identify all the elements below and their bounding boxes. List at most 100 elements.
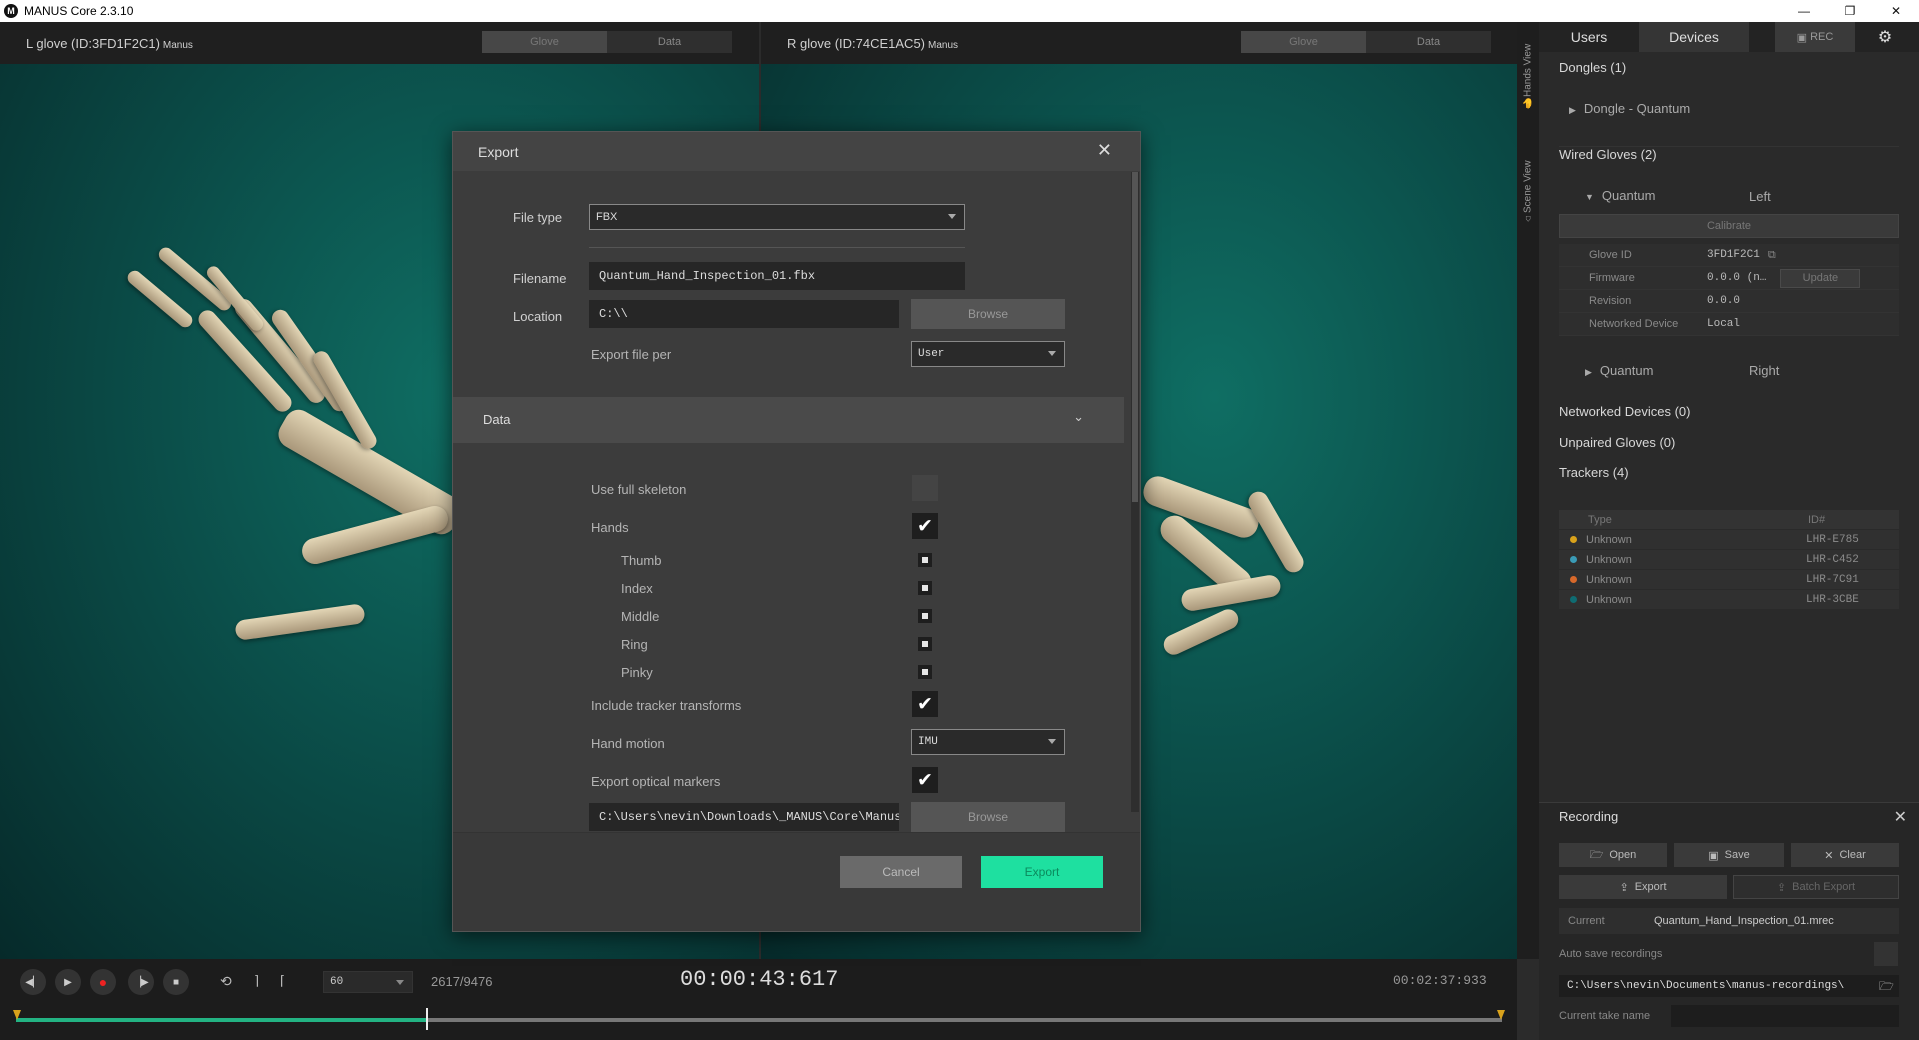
playback-transport: ◀▏ ▶ ● ▕▶ ■ ⟲ ⌉ ⌈ 60 2617/9476 00:00:43:… (0, 959, 1517, 1040)
export-icon: ⇪ (1619, 881, 1629, 894)
browse-markers-button[interactable]: Browse (911, 802, 1065, 832)
in-marker-icon[interactable] (13, 1010, 21, 1020)
location-input[interactable]: C:\\ (589, 300, 899, 328)
playhead[interactable] (426, 1008, 429, 1030)
brand-label: Manus (928, 39, 959, 51)
markers-path-input[interactable]: C:\Users\nevin\Downloads\_MANUS\Core\Man… (589, 803, 899, 831)
finger-middle-checkbox[interactable] (918, 609, 932, 623)
finger-index-checkbox[interactable] (918, 581, 932, 595)
tab-glove[interactable]: Glove (1241, 31, 1366, 53)
folder-icon: 🗁 (1589, 848, 1604, 861)
folder-browse-icon[interactable]: 🗁 (1879, 977, 1894, 998)
out-marker-icon[interactable] (1497, 1010, 1505, 1020)
finger-pinky-checkbox[interactable] (918, 665, 932, 679)
record-icon[interactable]: ● (90, 969, 116, 995)
file-type-select[interactable]: FBX (589, 204, 965, 230)
finger-ring-checkbox[interactable] (918, 637, 932, 651)
tab-hands-view[interactable]: ✋ Hands View (1519, 32, 1537, 122)
export-confirm-button[interactable]: Export (981, 856, 1103, 888)
stop-icon[interactable]: ■ (163, 969, 189, 995)
take-name-label: Current take name (1559, 1010, 1651, 1022)
left-viewport-header: L glove (ID:3FD1F2C1) Manus Glove Data (0, 22, 759, 64)
loop-icon[interactable]: ⟲ (220, 973, 232, 990)
batch-export-icon: ⇪ (1776, 881, 1787, 894)
minimize-button[interactable]: — (1781, 0, 1827, 22)
recordings-path-field[interactable]: C:\Users\nevin\Documents\manus-recording… (1559, 975, 1899, 997)
scrollbar-thumb[interactable] (1132, 172, 1138, 502)
take-name-input[interactable] (1671, 1005, 1899, 1027)
current-recording-name: Quantum_Hand_Inspection_01.mrec (1654, 915, 1834, 927)
step-back-icon[interactable]: ◀▏ (20, 969, 46, 995)
mark-out-icon[interactable]: ⌈ (280, 973, 285, 989)
use-full-skeleton-label: Use full skeleton (591, 482, 687, 497)
copy-icon[interactable]: ⧉ (1768, 249, 1776, 262)
dongles-header[interactable]: Dongles (1) (1559, 60, 1626, 75)
tab-data[interactable]: Data (607, 31, 732, 53)
chevron-down-icon (948, 214, 956, 219)
include-tracker-label: Include tracker transforms (591, 698, 742, 713)
calibrate-button[interactable]: Calibrate (1559, 214, 1899, 238)
export-file-per-select[interactable]: User (911, 341, 1065, 367)
batch-export-button[interactable]: ⇪ Batch Export (1733, 875, 1899, 899)
chevron-down-icon (396, 980, 404, 985)
include-tracker-checkbox[interactable]: ✔ (912, 691, 938, 717)
tab-glove[interactable]: Glove (482, 31, 607, 53)
current-label: Current (1568, 915, 1605, 927)
autosave-checkbox[interactable] (1874, 942, 1898, 966)
dongle-item[interactable]: ▶ Dongle - Quantum (1569, 101, 1690, 116)
data-section-header[interactable]: Data ⌄ (453, 397, 1124, 443)
unpaired-gloves-header[interactable]: Unpaired Gloves (0) (1559, 435, 1675, 450)
close-recording-icon[interactable]: ✕ (1894, 807, 1907, 827)
export-file-per-label: Export file per (591, 347, 672, 362)
browse-button[interactable]: Browse (911, 299, 1065, 329)
wired-gloves-header[interactable]: Wired Gloves (2) (1559, 146, 1899, 162)
export-dialog-header: Export ✕ (453, 132, 1140, 171)
trackers-header[interactable]: Trackers (4) (1559, 465, 1629, 480)
close-window-button[interactable]: ✕ (1873, 0, 1919, 22)
dialog-scrollbar[interactable] (1131, 172, 1139, 812)
filename-input[interactable]: Quantum_Hand_Inspection_01.fbx (589, 262, 965, 290)
clear-button[interactable]: ✕ Clear (1791, 843, 1899, 867)
close-icon[interactable]: ✕ (1097, 140, 1112, 161)
chevron-down-icon: ⌄ (1073, 409, 1084, 424)
total-time: 00:02:37:933 (1393, 973, 1487, 988)
settings-gear-icon[interactable]: ⚙ (1865, 22, 1905, 52)
chevron-down-icon (1048, 351, 1056, 356)
update-button[interactable]: Update (1780, 268, 1861, 288)
play-icon[interactable]: ▶ (55, 969, 81, 995)
finger-index-label: Index (621, 581, 653, 596)
right-viewport-header: R glove (ID:74CE1AC5) Manus Glove Data (761, 22, 1517, 64)
tracker-row[interactable]: Unknown LHR-7C91 (1559, 570, 1899, 590)
dialog-title: Export (478, 143, 519, 160)
quantum-left-item[interactable]: ▼ Quantum (1585, 188, 1655, 203)
cancel-button[interactable]: Cancel (840, 856, 962, 888)
tab-devices[interactable]: Devices (1639, 22, 1749, 52)
current-time: 00:00:43:617 (680, 967, 839, 992)
save-button[interactable]: ▣ Save (1674, 843, 1784, 867)
tab-scene-view[interactable]: ⌂ Scene View (1519, 142, 1537, 242)
view-side-tabs: ✋ Hands View ⌂ Scene View (1517, 22, 1539, 959)
use-full-skeleton-checkbox[interactable] (912, 475, 938, 501)
timeline-scrubber[interactable] (13, 1008, 1505, 1030)
open-button[interactable]: 🗁 Open (1559, 843, 1667, 867)
networked-devices-header[interactable]: Networked Devices (0) (1559, 404, 1691, 419)
hand-motion-select[interactable]: IMU (911, 729, 1065, 755)
restore-button[interactable]: ❐ (1827, 0, 1873, 22)
tracker-row[interactable]: Unknown LHR-C452 (1559, 550, 1899, 570)
mark-in-icon[interactable]: ⌉ (254, 973, 259, 989)
rec-button[interactable]: ▣ REC (1775, 22, 1855, 52)
tab-users[interactable]: Users (1539, 22, 1639, 52)
status-dot-icon (1570, 536, 1577, 543)
optical-markers-checkbox[interactable]: ✔ (912, 767, 938, 793)
quantum-right-item[interactable]: ▶ Quantum (1585, 363, 1653, 378)
tab-data[interactable]: Data (1366, 31, 1491, 53)
file-type-label: File type (513, 210, 563, 225)
hands-checkbox[interactable]: ✔ (912, 513, 938, 539)
export-button[interactable]: ⇪ Export (1559, 875, 1727, 899)
status-dot-icon (1570, 556, 1577, 563)
finger-thumb-checkbox[interactable] (918, 553, 932, 567)
tracker-row[interactable]: Unknown LHR-E785 (1559, 530, 1899, 550)
fps-select[interactable]: 60 (323, 971, 413, 993)
tracker-row[interactable]: Unknown LHR-3CBE (1559, 590, 1899, 610)
step-forward-icon[interactable]: ▕▶ (128, 969, 154, 995)
